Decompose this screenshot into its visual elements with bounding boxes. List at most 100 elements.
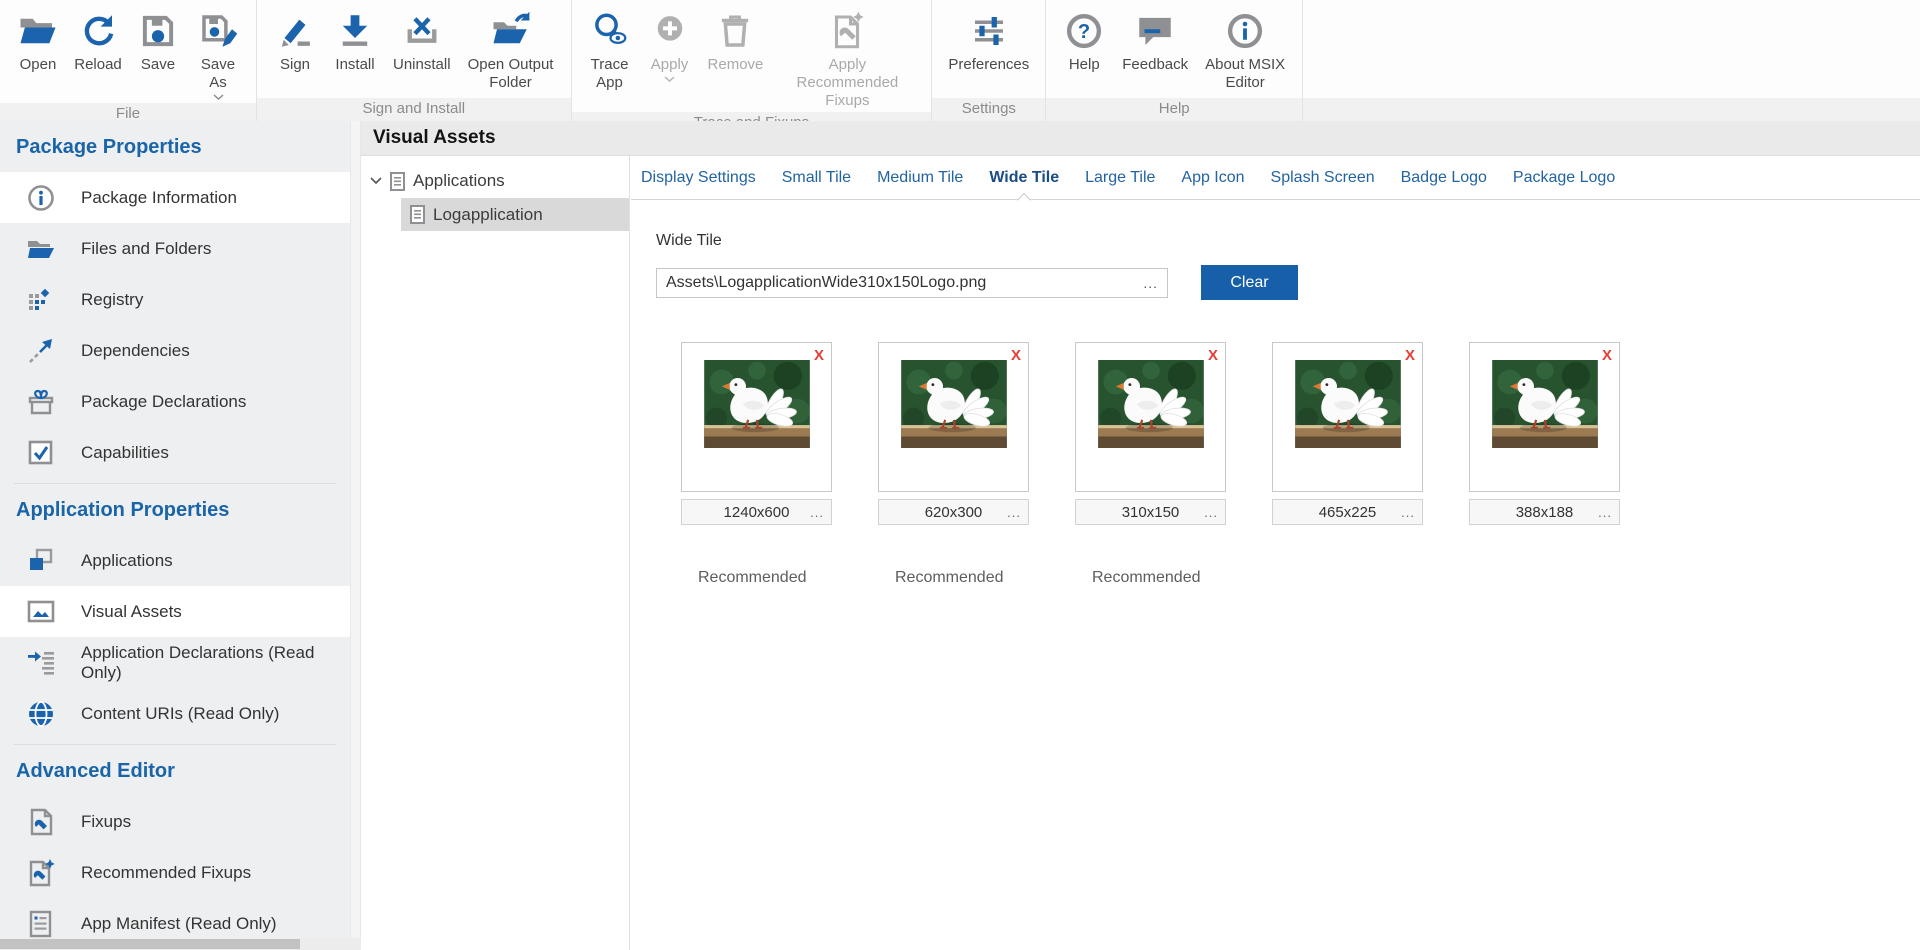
tile-size-label: 388x188 [1516, 504, 1574, 521]
sidebar-item-dependencies[interactable]: Dependencies [0, 325, 350, 376]
ribbon-group-file: Open Reload Save [0, 0, 257, 121]
sidebar-item-recommended-fixups[interactable]: Recommended Fixups [0, 847, 350, 898]
sidebar-item-app-manifest[interactable]: App Manifest (Read Only) [0, 898, 350, 938]
sidebar-item-visual-assets[interactable]: Visual Assets [0, 586, 350, 637]
tab-wide-tile[interactable]: Wide Tile [989, 169, 1059, 187]
browse-ellipsis-icon[interactable]: ... [1137, 275, 1158, 291]
button-label: Install [335, 56, 374, 74]
tile-size-label: 620x300 [925, 504, 983, 521]
open-button[interactable]: Open [8, 7, 68, 76]
ribbon-group-label: Sign and Install [257, 98, 571, 121]
dove-image [1098, 360, 1204, 448]
tile-size-button[interactable]: 620x300 ... [878, 499, 1029, 525]
horizontal-scrollbar-thumb[interactable] [0, 939, 300, 949]
apply-plus-icon [648, 9, 692, 53]
sidebar-item-label: Registry [81, 290, 143, 310]
sidebar-item-registry[interactable]: Registry [0, 274, 350, 325]
remove-tile-icon[interactable]: X [1208, 347, 1218, 364]
sidebar-item-package-declarations[interactable]: Package Declarations [0, 376, 350, 427]
asset-path-input[interactable]: Assets\LogapplicationWide310x150Logo.png… [656, 268, 1168, 298]
tree-node-applications[interactable]: Applications [361, 164, 629, 198]
feedback-button[interactable]: Feedback [1114, 7, 1196, 76]
trace-app-button[interactable]: Trace App [580, 7, 640, 94]
sign-button[interactable]: Sign [265, 7, 325, 76]
tab-medium-tile[interactable]: Medium Tile [877, 169, 963, 187]
ribbon-filler [1303, 0, 1920, 121]
sidebar-item-application-declarations[interactable]: Application Declarations (Read Only) [0, 637, 350, 688]
recommended-label [1469, 569, 1620, 588]
sidebar-item-package-information[interactable]: Package Information [0, 172, 350, 223]
save-as-button[interactable]: Save As [188, 7, 248, 103]
tile-size-button[interactable]: 465x225 ... [1272, 499, 1423, 525]
sidebar-item-content-uris[interactable]: Content URIs (Read Only) [0, 688, 350, 739]
remove-tile-icon[interactable]: X [1405, 347, 1415, 364]
tab-large-tile[interactable]: Large Tile [1085, 169, 1155, 187]
ellipsis-icon: ... [1401, 505, 1415, 520]
tile-size-button[interactable]: 310x150 ... [1075, 499, 1226, 525]
sidebar-item-label: Files and Folders [81, 239, 211, 259]
tree-node-logapplication[interactable]: Logapplication [401, 198, 629, 231]
save-button[interactable]: Save [128, 7, 188, 76]
apply-button[interactable]: Apply [640, 7, 700, 85]
sidebar-item-applications[interactable]: Applications [0, 535, 350, 586]
dependency-arrow-icon [26, 336, 56, 366]
remove-tile-icon[interactable]: X [814, 347, 824, 364]
document-icon [390, 172, 405, 191]
button-label: Reload [74, 56, 122, 74]
sidebar-item-label: App Manifest (Read Only) [81, 914, 277, 934]
folder-icon [26, 234, 56, 264]
remove-tile-icon[interactable]: X [1602, 347, 1612, 364]
msix-editor-window: Open Reload Save [0, 0, 1920, 950]
tile-image-card: X [1272, 342, 1423, 492]
ribbon-group-sign-and-install: Sign Install Uninstall [257, 0, 572, 121]
tab-small-tile[interactable]: Small Tile [782, 169, 851, 187]
open-output-folder-button[interactable]: Open Output Folder [459, 7, 563, 94]
ellipsis-icon: ... [1007, 505, 1021, 520]
tile-image-card: X [681, 342, 832, 492]
sidebar-item-label: Application Declarations (Read Only) [81, 643, 350, 683]
preferences-button[interactable]: Preferences [940, 7, 1037, 76]
horizontal-scrollbar[interactable] [0, 938, 361, 950]
button-label: Apply Recommended Fixups [779, 56, 915, 110]
help-button[interactable]: ? Help [1054, 7, 1114, 76]
clear-button[interactable]: Clear [1201, 265, 1298, 300]
button-label: Remove [708, 56, 764, 74]
tab-splash-screen[interactable]: Splash Screen [1271, 169, 1375, 187]
sidebar-item-capabilities[interactable]: Capabilities [0, 427, 350, 478]
checkbox-icon [26, 438, 56, 468]
asset-path-value: Assets\LogapplicationWide310x150Logo.png [666, 274, 1137, 292]
install-button[interactable]: Install [325, 7, 385, 76]
sidebar-item-label: Visual Assets [81, 602, 182, 622]
sidebar-item-files-and-folders[interactable]: Files and Folders [0, 223, 350, 274]
tile-size-button[interactable]: 1240x600 ... [681, 499, 832, 525]
chevron-down-icon [213, 94, 224, 101]
chevron-down-icon [664, 76, 675, 83]
tab-badge-logo[interactable]: Badge Logo [1401, 169, 1487, 187]
reload-button[interactable]: Reload [68, 7, 128, 76]
apply-recommended-fixups-button[interactable]: Apply Recommended Fixups [771, 7, 923, 112]
preferences-sliders-icon [967, 9, 1011, 53]
remove-tile-icon[interactable]: X [1011, 347, 1021, 364]
tile-image-card: X [878, 342, 1029, 492]
sidebar-scrollbar-track[interactable] [350, 121, 361, 938]
tab-package-logo[interactable]: Package Logo [1513, 169, 1615, 187]
about-msix-editor-button[interactable]: About MSIX Editor [1196, 7, 1294, 94]
button-label: Help [1069, 56, 1100, 74]
ellipsis-icon: ... [1598, 505, 1612, 520]
tab-app-icon[interactable]: App Icon [1181, 169, 1244, 187]
tab-display-settings[interactable]: Display Settings [641, 169, 756, 187]
reload-icon [76, 9, 120, 53]
tile-preview-465x225: X 465x225 ... [1272, 342, 1423, 588]
uninstall-button[interactable]: Uninstall [385, 7, 459, 76]
sidebar-item-fixups[interactable]: Fixups [0, 796, 350, 847]
button-label: Preferences [948, 56, 1029, 74]
tile-size-button[interactable]: 388x188 ... [1469, 499, 1620, 525]
page-title: Visual Assets [361, 121, 1920, 156]
sidebar-item-label: Package Information [81, 188, 237, 208]
wide-tile-section: Wide Tile Assets\LogapplicationWide310x1… [631, 200, 1920, 588]
ribbon-group-trace-and-fixups: Trace App Apply Remove [572, 0, 933, 121]
tile-image-card: X [1469, 342, 1620, 492]
button-label: Uninstall [393, 56, 451, 74]
remove-button[interactable]: Remove [700, 7, 772, 76]
button-label: Feedback [1122, 56, 1188, 74]
